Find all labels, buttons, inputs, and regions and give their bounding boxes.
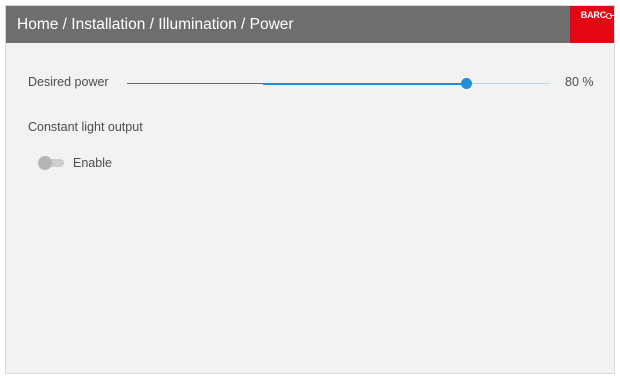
logo-swirl-icon	[606, 13, 614, 19]
desired-power-label: Desired power	[28, 75, 109, 89]
app-window: Home / Installation / Illumination / Pow…	[5, 5, 615, 374]
enable-toggle-label[interactable]: Enable	[73, 156, 112, 170]
toggle-knob	[38, 156, 52, 170]
enable-toggle[interactable]	[38, 156, 66, 170]
slider-track-min	[127, 83, 263, 84]
desired-power-slider[interactable]	[127, 75, 551, 91]
breadcrumb: Home / Installation / Illumination / Pow…	[17, 16, 294, 33]
desired-power-value: 80 %	[565, 75, 594, 89]
barco-logo-text: BARC	[580, 10, 606, 20]
barco-logo: BARC	[570, 6, 614, 43]
slider-thumb[interactable]	[460, 78, 472, 89]
constant-light-output-heading: Constant light output	[28, 120, 143, 134]
slider-fill	[262, 83, 467, 85]
header-bar: Home / Installation / Illumination / Pow…	[6, 6, 614, 43]
